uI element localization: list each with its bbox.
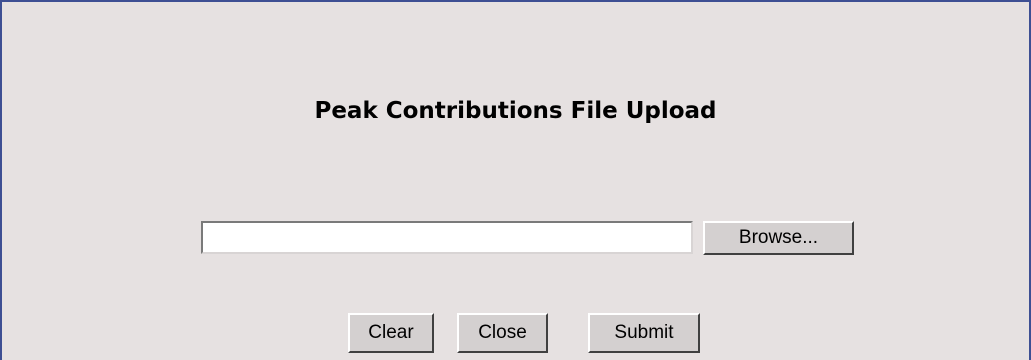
file-path-input[interactable] xyxy=(201,221,693,254)
upload-panel: Peak Contributions File Upload Browse...… xyxy=(0,0,1031,360)
clear-button[interactable]: Clear xyxy=(348,313,434,353)
page-title: Peak Contributions File Upload xyxy=(314,98,717,124)
submit-button[interactable]: Submit xyxy=(588,313,700,353)
browse-button[interactable]: Browse... xyxy=(703,221,854,255)
close-button[interactable]: Close xyxy=(457,313,548,353)
